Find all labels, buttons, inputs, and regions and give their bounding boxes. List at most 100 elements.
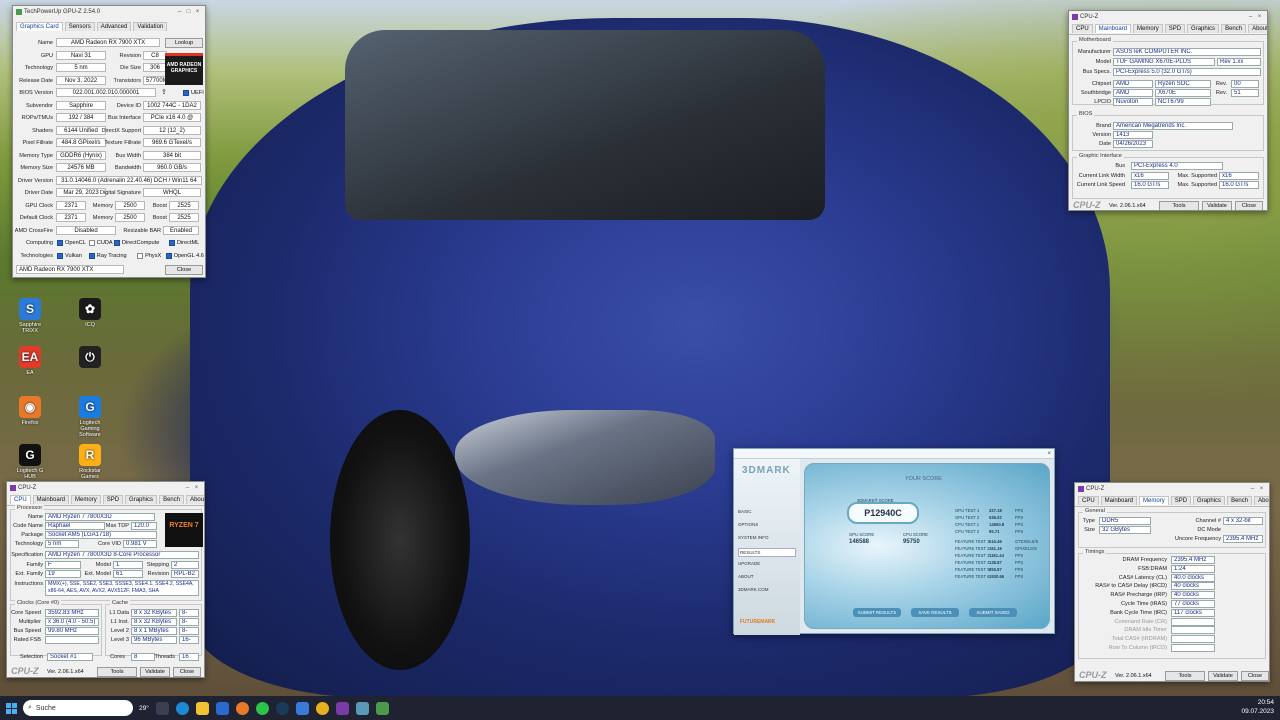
tdp-label: Max TDP (105, 523, 129, 529)
desktop-icon-label: Firefox (21, 420, 39, 426)
validate-button[interactable]: Validate (1208, 671, 1238, 681)
edge-icon[interactable] (175, 701, 189, 715)
3dmark-titlebar[interactable]: × (734, 449, 1054, 459)
minimize-icon[interactable]: – (183, 485, 192, 491)
validate-button[interactable]: Validate (140, 667, 170, 677)
firefox-icon[interactable] (235, 701, 249, 715)
tab-memory[interactable]: Memory (1133, 24, 1163, 33)
close-icon[interactable]: × (1257, 486, 1266, 492)
3dmark-nav-item[interactable]: OPTIONS (738, 522, 796, 527)
family-value: F (45, 561, 81, 569)
feature-test-label: FEATURE TEST 5 (955, 567, 990, 572)
validate-button[interactable]: Validate (1202, 201, 1232, 210)
lookup-button[interactable]: Lookup (165, 38, 203, 48)
tab-validation[interactable]: Validation (133, 22, 168, 31)
system-clock[interactable]: 20:54 09.07.2023 (1241, 698, 1274, 716)
maximize-icon[interactable]: □ (184, 9, 193, 15)
minimize-icon[interactable]: – (1248, 486, 1257, 492)
tools-button[interactable]: Tools (97, 667, 137, 677)
tab-graphics[interactable]: Graphics (1193, 496, 1226, 505)
search-box[interactable]: ⌕ Suche (23, 700, 133, 716)
tab-mainboard[interactable]: Mainboard (1094, 24, 1132, 33)
weather-temp[interactable]: 29° (139, 705, 149, 712)
feature-label: DirectCompute (122, 240, 160, 246)
tab-advanced[interactable]: Advanced (96, 22, 132, 31)
share-icon[interactable]: ⇪ (161, 88, 167, 96)
car-wheel (330, 410, 470, 670)
minimize-icon[interactable]: – (1246, 14, 1255, 20)
task-view-icon[interactable] (155, 701, 169, 715)
minimize-icon[interactable]: – (175, 9, 184, 15)
tab-about[interactable]: About (186, 495, 204, 504)
tab-graphics-card[interactable]: Graphics Card (16, 22, 63, 31)
whatsapp-icon[interactable] (255, 701, 269, 715)
photos-icon[interactable] (295, 701, 309, 715)
close-button[interactable]: Close (173, 667, 201, 677)
3dmark-nav-item[interactable]: BASIC (738, 509, 796, 514)
gpuz-close-button[interactable]: Close (165, 265, 203, 275)
tab-memory[interactable]: Memory (1139, 496, 1169, 505)
close-icon[interactable]: × (1047, 451, 1051, 457)
close-button[interactable]: Close (1241, 671, 1269, 681)
cpuz-task-icon[interactable] (335, 701, 349, 715)
3dmark-task-icon[interactable] (355, 701, 369, 715)
tools-button[interactable]: Tools (1165, 671, 1205, 681)
3dmark-nav-item[interactable]: SYSTEM INFO (738, 535, 796, 540)
file-explorer-icon[interactable] (195, 701, 209, 715)
tab-spd[interactable]: SPD (102, 495, 124, 504)
cpuz-mb-titlebar[interactable]: CPU-Z – × (1069, 11, 1267, 23)
close-icon[interactable]: × (1255, 14, 1264, 20)
selection-label: Selection (19, 654, 43, 660)
desktop-icon[interactable]: ⏻ (74, 346, 106, 370)
desktop-icon[interactable]: ◉ Firefox (14, 396, 46, 426)
tab-bench[interactable]: Bench (159, 495, 185, 504)
gpuz-task-icon[interactable] (375, 701, 389, 715)
feature-label: Ray Tracing (96, 252, 127, 259)
tab-spd[interactable]: SPD (1164, 24, 1186, 33)
socket-select[interactable]: Socket #1 (47, 653, 93, 661)
feature-label: OpenGL 4.6 (173, 252, 204, 259)
cpuz-mem-titlebar[interactable]: CPU-Z – × (1075, 483, 1269, 495)
3dmark-nav-item[interactable]: 3DMARK.COM (738, 587, 796, 592)
tab-bench[interactable]: Bench (1227, 496, 1253, 505)
tab-sensors[interactable]: Sensors (64, 22, 95, 31)
tab-spd[interactable]: SPD (1170, 496, 1192, 505)
uncore-label: Uncore Frequency (1174, 536, 1221, 542)
gpu-select[interactable]: AMD Radeon RX 7900 XTX (16, 265, 124, 274)
tab-mainboard[interactable]: Mainboard (1100, 496, 1138, 505)
tab-cpu[interactable]: CPU (1078, 496, 1099, 505)
close-icon[interactable]: × (192, 485, 201, 491)
tab-bench[interactable]: Bench (1221, 24, 1247, 33)
test-unit: FPS (1015, 515, 1024, 520)
close-icon[interactable]: × (193, 9, 202, 15)
group-label: Motherboard (1077, 37, 1113, 43)
submit-saved-button[interactable]: SUBMIT SAVED (969, 608, 1017, 617)
desktop-icon[interactable]: EA EA (14, 346, 46, 376)
cpuz-cpu-titlebar[interactable]: CPU-Z – × (7, 482, 204, 494)
submit-results-button[interactable]: SUBMIT RESULTS (853, 608, 901, 617)
desktop-icon[interactable]: ✿ ICQ (74, 298, 106, 328)
desktop-icon[interactable]: G Logitech Gaming Software (74, 396, 106, 438)
3dmark-nav-item[interactable]: ABOUT (738, 574, 796, 579)
3dmark-nav-item[interactable]: UPGRADE (738, 561, 796, 566)
chrome-icon[interactable] (315, 701, 329, 715)
steam-icon[interactable] (275, 701, 289, 715)
tab-cpu[interactable]: CPU (10, 495, 31, 504)
tools-button[interactable]: Tools (1159, 201, 1199, 210)
3dmark-nav-item[interactable]: RESULTS (738, 548, 796, 557)
tab-memory[interactable]: Memory (71, 495, 101, 504)
desktop-icon[interactable]: R Rockstar Games (74, 444, 106, 480)
save-results-button[interactable]: SAVE RESULTS (911, 608, 959, 617)
store-icon[interactable] (215, 701, 229, 715)
desktop-icon[interactable]: S Sapphire TRIXX (14, 298, 46, 334)
desktop-icon[interactable]: G Logitech G HUB (14, 444, 46, 480)
tab-graphics[interactable]: Graphics (1187, 24, 1220, 33)
tab-about[interactable]: About (1248, 24, 1267, 33)
close-button[interactable]: Close (1235, 201, 1263, 210)
tab-mainboard[interactable]: Mainboard (32, 495, 70, 504)
start-icon[interactable] (6, 702, 17, 714)
tab-graphics[interactable]: Graphics (125, 495, 158, 504)
tab-cpu[interactable]: CPU (1072, 24, 1093, 33)
gpuz-titlebar[interactable]: TechPowerUp GPU-Z 2.54.0 – □ × (13, 6, 205, 18)
tab-about[interactable]: About (1254, 496, 1269, 505)
